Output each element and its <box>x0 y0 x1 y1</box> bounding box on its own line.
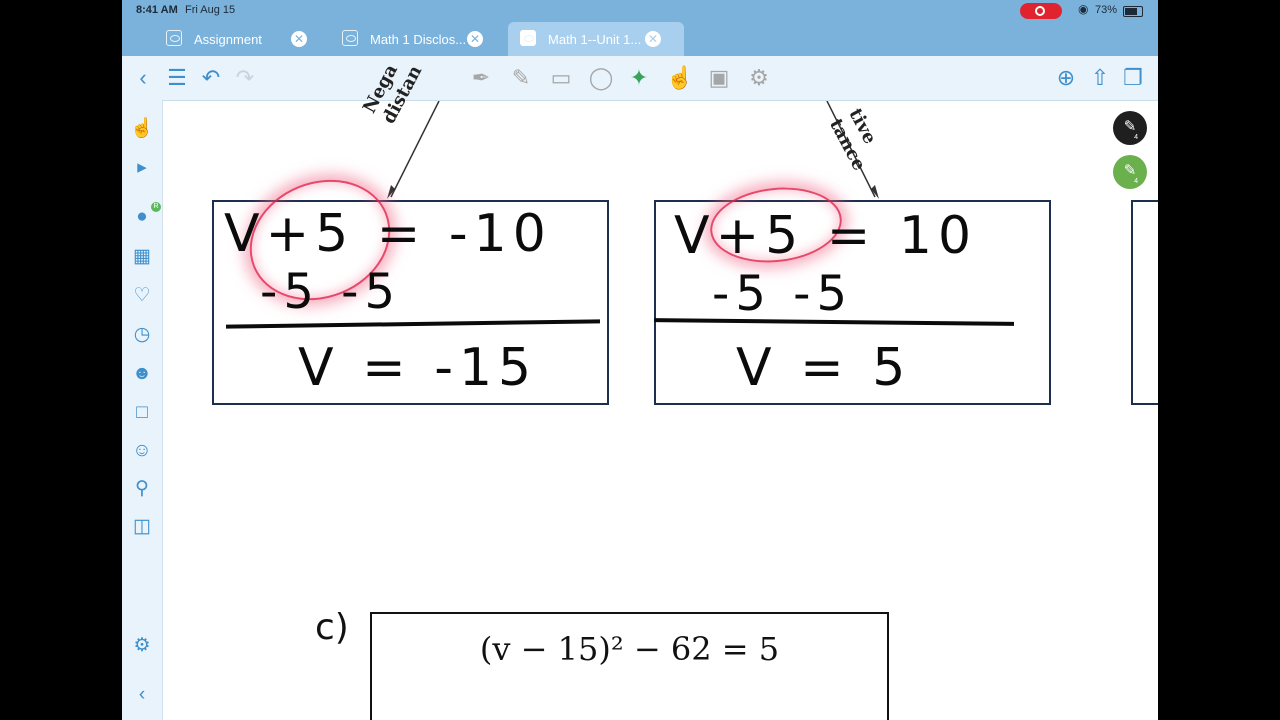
document-thumbnail-icon <box>520 30 536 46</box>
image-icon[interactable]: ▣ <box>706 66 732 92</box>
share-icon[interactable]: ⇧ <box>1087 66 1113 92</box>
handwriting-line-2: -5 -5 <box>712 266 853 322</box>
handwritten-rule <box>225 319 601 329</box>
pencil-icon[interactable]: ✎ <box>508 66 534 92</box>
lasso-icon[interactable]: ◯ <box>588 66 614 92</box>
battery-icon <box>1123 6 1143 17</box>
assistant-icon[interactable]: ☺ <box>129 438 155 464</box>
hand-icon[interactable]: ☝ <box>666 66 693 92</box>
handwriting-line-1: V+5 = 10 <box>674 206 978 266</box>
worksheet-page[interactable]: Nega distan tive tance ✎ 4 ✎ 4 V+5 = -10 -… <box>163 61 1158 720</box>
document-icon <box>166 30 182 46</box>
undo-icon[interactable]: ↶ <box>198 66 224 92</box>
laser-pointer-icon[interactable]: ✦ <box>626 66 652 92</box>
handwriting-line-2: -5 -5 <box>260 264 401 320</box>
screen-recording-indicator[interactable] <box>1020 3 1062 19</box>
handwriting-line-1: V+5 = -10 <box>224 204 552 264</box>
menu-icon[interactable]: ☰ <box>164 66 190 92</box>
pen-size: 4 <box>1134 178 1138 185</box>
pen-size: 4 <box>1134 134 1138 141</box>
document-icon <box>342 30 358 46</box>
search-icon[interactable]: ⚲ <box>129 476 155 502</box>
microphone-icon[interactable]: ● R <box>129 202 161 230</box>
document-icon[interactable]: □ <box>129 400 155 426</box>
collaborate-icon[interactable]: ☻ <box>129 361 155 387</box>
tab-math-1-disclosure[interactable]: Math 1 Disclos... ✕ <box>330 22 500 56</box>
handwriting-answer: V = 5 <box>736 338 912 398</box>
equation-box-b[interactable]: V+5 = 10 -5 -5 V = 5 <box>653 181 1051 405</box>
handwritten-rule <box>653 318 1015 326</box>
ruler-icon[interactable]: ▸ <box>129 155 155 181</box>
tab-label: Assignment <box>194 32 262 47</box>
tablet-screen: 8:41 AM Fri Aug 15 ◉ 73% Assignment ✕ Ma… <box>122 0 1158 720</box>
handwriting-answer: V = -15 <box>298 338 538 398</box>
collapse-icon[interactable]: ‹ <box>129 682 155 708</box>
pen-icon[interactable]: ✒ <box>468 66 494 92</box>
presentation-icon[interactable]: ◫ <box>129 514 155 540</box>
equation-box-a[interactable]: V+5 = -10 -5 -5 V = -15 <box>212 159 609 405</box>
status-bar: 8:41 AM Fri Aug 15 ◉ 73% <box>122 0 1158 22</box>
bookmark-icon[interactable]: ♡ <box>129 283 155 309</box>
close-icon[interactable]: ✕ <box>645 31 661 47</box>
tab-label: Math 1 Disclos... <box>370 32 467 47</box>
close-icon[interactable]: ✕ <box>291 31 307 47</box>
status-date: Fri Aug 15 <box>185 4 236 16</box>
close-icon[interactable]: ✕ <box>467 31 483 47</box>
hand-icon[interactable]: ☝ <box>129 116 155 142</box>
toolbar: ‹ ☰ ↶ ↷ ✒ ✎ ▭ ◯ ✦ ☝ ▣ ⚙ ⊕ ⇧ ❐ <box>122 56 1158 101</box>
status-time: 8:41 AM <box>136 4 178 16</box>
add-page-icon[interactable]: ⊕ <box>1053 66 1079 92</box>
calculator-icon[interactable]: ▦ <box>129 244 155 270</box>
copy-icon[interactable]: ❐ <box>1120 66 1146 92</box>
battery-percent: 73% <box>1095 4 1118 16</box>
green-pen-button[interactable]: ✎ 4 <box>1113 155 1147 189</box>
problem-label: c) <box>315 607 349 648</box>
gear-icon[interactable]: ⚙ <box>746 66 772 92</box>
timer-icon[interactable]: ◷ <box>129 322 155 348</box>
left-tool-rail: ☝ ▸ ● R ▦ ♡ ◷ ☻ □ ☺ ⚲ ◫ ⚙ ‹ <box>122 100 163 720</box>
recording-badge: R <box>151 202 161 212</box>
tab-assignment[interactable]: Assignment ✕ <box>154 22 324 56</box>
gear-icon[interactable]: ⚙ <box>129 633 155 659</box>
back-icon[interactable]: ‹ <box>130 66 156 92</box>
tab-label: Math 1--Unit 1... <box>548 32 642 47</box>
redo-icon[interactable]: ↷ <box>232 66 258 92</box>
tab-math-1-unit-1[interactable]: Math 1--Unit 1... ✕ <box>508 22 684 56</box>
problem-c-box[interactable]: (v − 15)² − 62 = 5 <box>370 612 889 720</box>
wifi-icon: ◉ <box>1078 2 1089 16</box>
problem-c-equation: (v − 15)² − 62 = 5 <box>479 630 780 668</box>
equation-box-partial <box>1131 200 1158 405</box>
eraser-icon[interactable]: ▭ <box>548 66 574 92</box>
document-tabs: Assignment ✕ Math 1 Disclos... ✕ Math 1-… <box>122 22 1158 56</box>
black-pen-button[interactable]: ✎ 4 <box>1113 111 1147 145</box>
